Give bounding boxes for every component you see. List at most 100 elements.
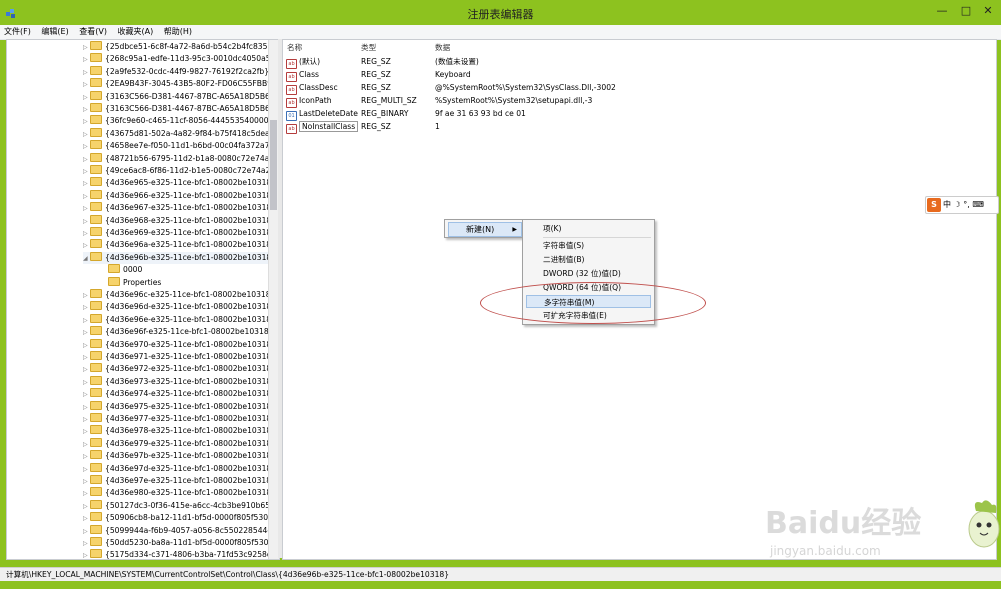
tree-item[interactable]: ▷ {3163C566-D381-4467-87BC-A65A18D5B648} [83,90,279,104]
expand-arrow-icon[interactable]: ▷ [83,79,90,91]
tree-item[interactable]: ▷ {4d36e968-e325-11ce-bfc1-08002be10318} [83,214,276,228]
tree-item[interactable]: ▷ {4d36e96a-e325-11ce-bfc1-08002be10318} [83,239,276,251]
tree-item[interactable]: ▷ {4d36e973-e325-11ce-bfc1-08002be10318} [83,375,276,389]
tree-item[interactable]: ▷ {25dbce51-6c8f-4a72-8a6d-b54c2b4fc835} [83,41,272,53]
expand-arrow-icon[interactable]: ▷ [83,129,90,141]
tree-item[interactable]: ▷ {43675d81-502a-4a82-9f84-b75f418c5dea} [83,127,275,141]
value-row[interactable]: ab IconPath [286,94,332,108]
tree-item[interactable]: ▷ {4658ee7e-f050-11d1-b6bd-00c04fa372a7} [83,140,274,152]
punctuation-icon[interactable]: °, [963,200,970,209]
tree-item[interactable]: ▷ {4d36e975-e325-11ce-bfc1-08002be10318} [83,400,276,414]
expand-arrow-icon[interactable]: ▷ [83,302,90,314]
expand-arrow-icon[interactable]: ▷ [83,352,90,364]
expand-arrow-icon[interactable]: ▷ [83,426,90,438]
expand-arrow-icon[interactable]: ▷ [83,67,90,79]
expand-arrow-icon[interactable]: ▷ [83,315,90,327]
tree-item[interactable]: ▷ {4d36e97e-e325-11ce-bfc1-08002be10318} [83,475,276,487]
tree-item[interactable]: ▷ {4d36e96e-e325-11ce-bfc1-08002be10318} [83,313,276,327]
value-row[interactable]: ab NoInstallClass [286,120,359,134]
tree-item[interactable]: ▷ {4d36e97b-e325-11ce-bfc1-08002be10318} [83,450,276,462]
ime-mode-indicator[interactable]: 中 [943,200,951,209]
expand-arrow-icon[interactable]: ▷ [83,228,90,240]
expand-arrow-icon[interactable]: ▷ [83,464,90,476]
expand-arrow-icon[interactable]: ▷ [83,141,90,153]
tree-item[interactable]: ◢ {4d36e96b-e325-11ce-bfc1-08002be10318} [83,251,277,265]
expand-arrow-icon[interactable]: ▷ [83,439,90,451]
menu-help[interactable]: 帮助(H) [160,25,196,39]
expand-arrow-icon[interactable]: ▷ [83,154,90,166]
tree-item[interactable]: ▷ {4d36e974-e325-11ce-bfc1-08002be10318} [83,388,276,400]
value-row[interactable]: ab Class [286,68,319,82]
column-header-name[interactable]: 名称 [287,42,302,53]
expand-arrow-icon[interactable]: ▷ [83,538,90,550]
value-row[interactable]: ab ClassDesc [286,81,338,95]
expand-arrow-icon[interactable]: ▷ [83,327,90,339]
expand-arrow-icon[interactable]: ▷ [83,42,90,54]
menu-file[interactable]: 文件(F) [0,25,35,39]
expand-arrow-icon[interactable]: ▷ [83,290,90,302]
tree-scrollbar-thumb[interactable] [270,120,277,210]
expand-arrow-icon[interactable]: ▷ [83,116,90,128]
tree-item[interactable]: ▷ {36fc9e60-c465-11cf-8056-444553540000} [83,115,273,127]
tree-item[interactable]: ▷ {4d36e967-e325-11ce-bfc1-08002be10318} [83,202,276,214]
tree-item[interactable]: ▷ {2EA9B43F-3045-43B5-80F2-FD06C55FBB90} [83,78,279,91]
tree-item[interactable]: ▷ {4d36e980-e325-11ce-bfc1-08002be10318} [83,487,276,499]
expand-arrow-icon[interactable]: ▷ [83,178,90,190]
expand-arrow-icon[interactable]: ▷ [83,402,90,414]
tree-item[interactable]: ▷ {2a9fe532-0cdc-44f9-9827-76192f2ca2fb} [83,65,269,79]
tree-item[interactable]: ▷ {4d36e969-e325-11ce-bfc1-08002be10318} [83,227,276,239]
maximize-button[interactable]: □ [955,2,977,20]
expand-arrow-icon[interactable]: ▷ [83,203,90,215]
minimize-button[interactable]: — [931,2,953,20]
expand-arrow-icon[interactable]: ▷ [83,240,90,252]
tree-item[interactable]: ▷ {4d36e965-e325-11ce-bfc1-08002be10318} [83,177,276,189]
expand-arrow-icon[interactable]: ▷ [83,364,90,376]
expand-arrow-icon[interactable]: ▷ [83,92,90,104]
expand-arrow-icon[interactable]: ▷ [83,451,90,463]
expand-arrow-icon[interactable]: ▷ [83,389,90,401]
expand-arrow-icon[interactable]: ▷ [83,526,90,538]
submenu-item-key[interactable]: 项(K) [526,222,651,235]
submenu-item-dword[interactable]: DWORD (32 位)值(D) [526,267,651,280]
tree-item[interactable]: ▷ {5099944a-f6b9-4057-a056-8c550228544c} [83,524,276,538]
expand-arrow-icon[interactable]: ▷ [83,513,90,525]
submenu-item-binary[interactable]: 二进制值(B) [526,253,651,266]
tree-item[interactable]: ▷ {4d36e972-e325-11ce-bfc1-08002be10318} [83,363,276,375]
expand-arrow-icon[interactable]: ▷ [83,550,90,559]
tree-item[interactable]: Properties [101,276,161,289]
menu-item-new[interactable]: 新建(N) ▶ [448,222,522,237]
column-header-data[interactable]: 数据 [435,42,450,53]
moon-icon[interactable]: ☽ [954,200,961,209]
tree-item[interactable]: ▷ {50dd5230-ba8a-11d1-bf5d-0000f805f530} [83,537,273,549]
tree-item[interactable]: ▷ {4d36e978-e325-11ce-bfc1-08002be10318} [83,425,276,437]
menu-favorites[interactable]: 收藏夹(A) [114,25,158,39]
tree-item[interactable]: ▷ {49ce6ac8-6f86-11d2-b1e5-0080c72e74a2} [83,165,275,177]
tree-item[interactable]: ▷ {4d36e96f-e325-11ce-bfc1-08002be10318} [83,326,274,338]
tree-item[interactable]: ▷ {50906cb8-ba12-11d1-bf5d-0000f805f530} [83,512,273,524]
tree-item[interactable]: ▷ {268c95a1-edfe-11d3-95c3-0010dc4050a5} [83,53,275,65]
expand-arrow-icon[interactable]: ▷ [83,104,90,116]
tree-item[interactable]: ▷ {4d36e971-e325-11ce-bfc1-08002be10318} [83,351,276,363]
tree-item[interactable]: ▷ {4d36e96d-e325-11ce-bfc1-08002be10318} [83,301,276,313]
tree-item[interactable]: ▷ {50127dc3-0f36-415e-a6cc-4cb3be910b65} [83,499,275,512]
tree-item[interactable]: ▷ {4d36e979-e325-11ce-bfc1-08002be10318} [83,437,276,451]
value-row[interactable]: 01 LastDeleteDate [286,107,358,121]
tree-item[interactable]: 0000 [101,264,142,276]
sogou-logo-icon[interactable]: S [927,198,941,212]
tree-item[interactable]: ▷ {4d36e970-e325-11ce-bfc1-08002be10318} [83,338,276,351]
tree-item[interactable]: ▷ {4d36e97d-e325-11ce-bfc1-08002be10318} [83,462,276,476]
menu-edit[interactable]: 编辑(E) [37,25,72,39]
expand-arrow-icon[interactable]: ▷ [83,216,90,228]
expand-arrow-icon[interactable]: ▷ [83,476,90,488]
keyboard-icon[interactable]: ⌨ [972,200,984,209]
expand-arrow-icon[interactable]: ▷ [83,414,90,426]
close-button[interactable]: ✕ [977,2,999,20]
expand-arrow-icon[interactable]: ▷ [83,377,90,389]
expand-arrow-icon[interactable]: ▷ [83,166,90,178]
tree-item[interactable]: ▷ {4d36e977-e325-11ce-bfc1-08002be10318} [83,413,276,425]
expand-arrow-icon[interactable]: ▷ [83,191,90,203]
collapse-arrow-icon[interactable]: ◢ [83,253,90,265]
expand-arrow-icon[interactable]: ▷ [83,488,90,500]
submenu-item-string[interactable]: 字符串值(S) [526,239,651,252]
value-row[interactable]: ab (默认) [286,55,320,69]
